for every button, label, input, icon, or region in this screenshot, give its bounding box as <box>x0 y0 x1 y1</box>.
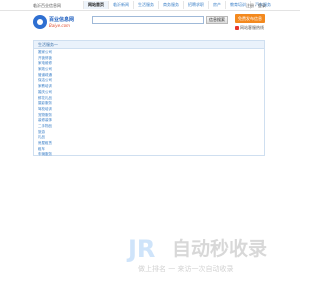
nav-item[interactable]: 招聘求职 <box>183 1 208 9</box>
globe-icon <box>33 15 47 29</box>
watermark-subtitle: 做上排名 一 来访一次自动收录 <box>138 265 234 273</box>
watermark: JR 自动秒收录 做上排名 一 来访一次自动收录 <box>118 236 288 276</box>
category-list: 搬家公司 开锁修锁 家电维修 家政公司 管道疏通 保洁公司 家教培训 婚庆公司 鲜花礼品 摄影服务… <box>34 49 264 158</box>
nav-item[interactable]: 网站首页 <box>83 1 108 9</box>
nav-item[interactable]: 房产 <box>208 1 225 9</box>
category-link[interactable]: 车辆服务 <box>38 152 264 158</box>
nav-item[interactable]: 生活服务 <box>133 1 158 9</box>
phone-icon <box>235 26 239 30</box>
nav-item[interactable]: 商务服务 <box>158 1 183 9</box>
panel-header: 生活服务一 <box>34 41 264 49</box>
search-button[interactable]: 信息搜索 <box>206 16 228 24</box>
category-panel: 生活服务一 搬家公司 开锁修锁 家电维修 家政公司 管道疏通 保洁公司 家教培训 婚庆公司 鲜花… <box>33 40 265 156</box>
watermark-logo: JR <box>128 235 156 263</box>
search-input[interactable] <box>92 16 204 24</box>
contact-hotline[interactable]: 网站客服热线 <box>235 25 267 31</box>
site-name[interactable]: 临沂百业信息网 <box>33 3 61 9</box>
watermark-title: 自动秒收录 <box>172 238 268 260</box>
login-register-links[interactable]: 注册 · 登录 <box>246 3 266 9</box>
contact-label: 网站客服热线 <box>240 25 264 30</box>
top-bar: 临沂百业信息网 网站首页 临沂新闻 生活服务 商务服务 招聘求职 房产 教育培训 汽车服务 注… <box>0 0 300 11</box>
nav-item[interactable]: 临沂新闻 <box>108 1 133 9</box>
logo-subtitle: Baiye.com <box>49 23 70 28</box>
site-logo[interactable]: 百业信息网 Baiye.com <box>33 14 83 32</box>
logo-title: 百业信息网 <box>49 17 75 23</box>
submit-info-button[interactable]: 免费发布信息 <box>235 14 265 23</box>
